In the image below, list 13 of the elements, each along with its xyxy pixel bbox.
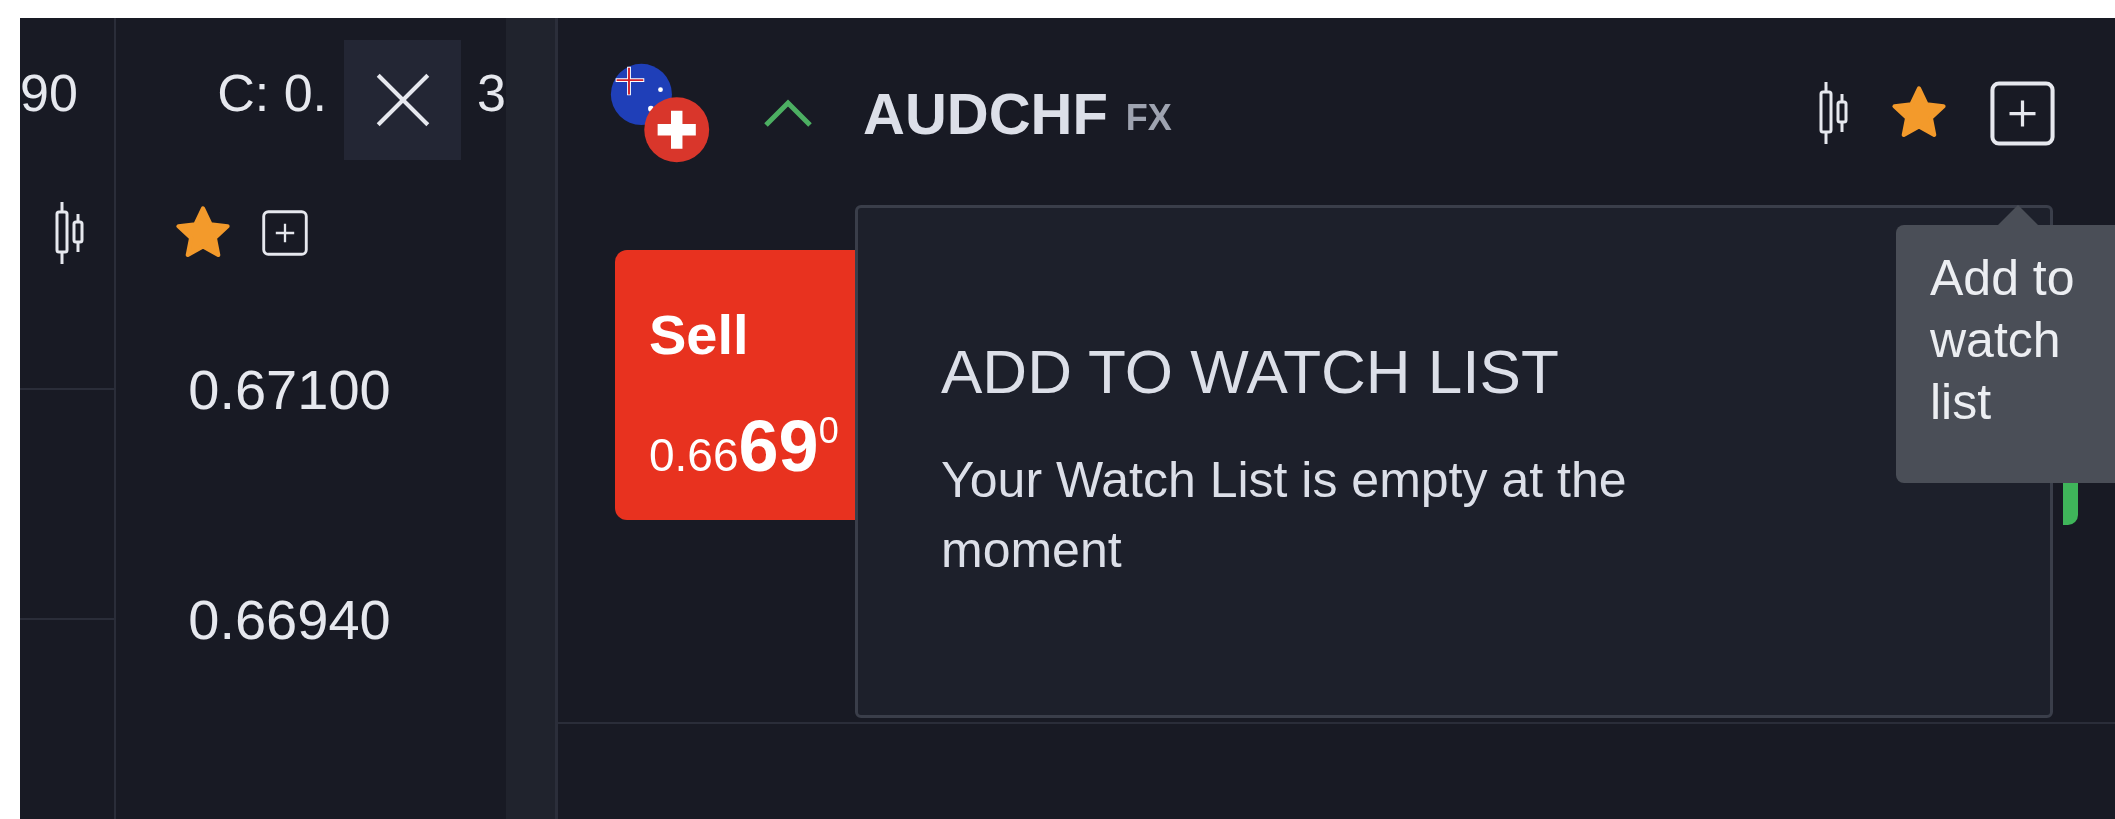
market-label: FX: [1125, 97, 1172, 139]
price-label: 0.67100: [187, 362, 392, 418]
instrument-symbol: AUDCHF: [863, 79, 1108, 147]
add-icon[interactable]: [1990, 80, 2055, 146]
candlestick-icon[interactable]: [54, 200, 84, 266]
close-button[interactable]: [344, 40, 462, 160]
price-value: 90: [20, 63, 78, 123]
add-icon[interactable]: [262, 210, 309, 256]
candlestick-icon[interactable]: [1818, 80, 1848, 146]
price-label: 0.66940: [187, 592, 392, 648]
tooltip: Add to watch list: [1896, 225, 2115, 483]
close-price-label: 3: [477, 63, 506, 123]
close-price-label: C: 0.: [217, 63, 328, 123]
